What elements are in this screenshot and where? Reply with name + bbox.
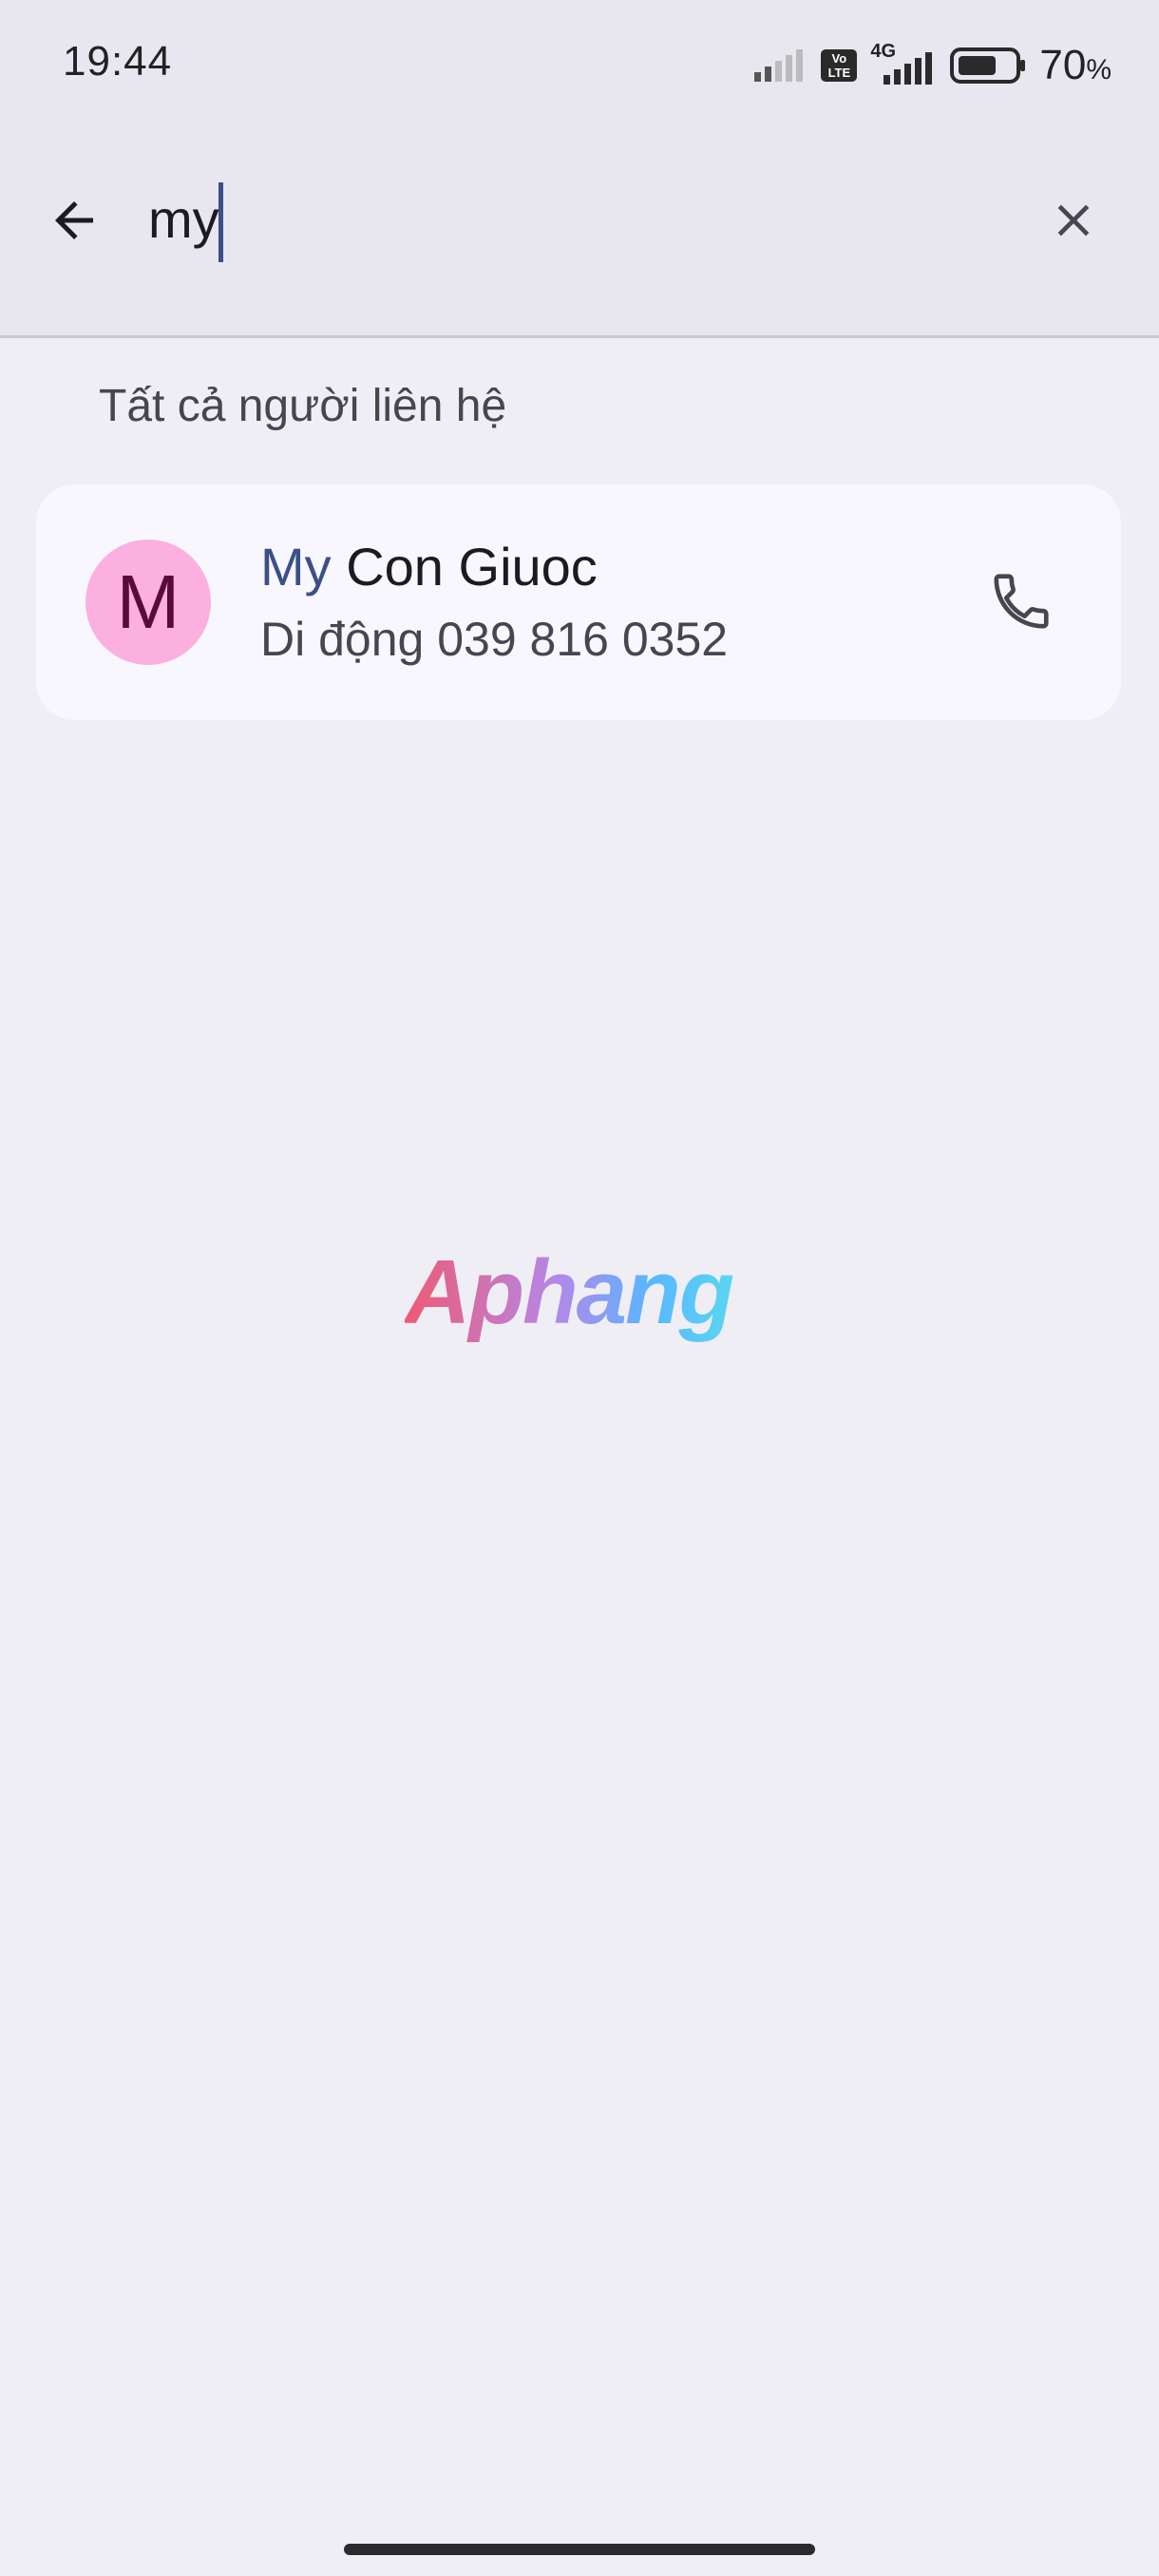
contact-name-match: My <box>260 537 332 597</box>
arrow-left-icon <box>55 201 93 239</box>
contact-name: My Con Giuoc <box>260 536 598 597</box>
status-time: 19:44 <box>63 38 173 85</box>
signal-icon <box>754 49 804 82</box>
contact-result-item[interactable]: M My Con Giuoc Di động 039 816 0352 <box>36 484 1121 720</box>
close-icon <box>1057 204 1090 237</box>
battery-icon <box>950 47 1026 84</box>
search-bar <box>0 133 1159 338</box>
battery-value: 70 <box>1039 42 1087 88</box>
status-indicators: Vo LTE 4G 70% <box>754 41 1112 89</box>
section-header-all-contacts: Tất cả người liên hệ <box>99 381 507 431</box>
battery-percent: 70% <box>1039 42 1112 89</box>
phone-icon <box>994 574 1049 629</box>
text-cursor <box>218 182 223 262</box>
search-input[interactable] <box>148 171 984 266</box>
battery-unit: % <box>1086 54 1112 85</box>
contact-name-rest: Con Giuoc <box>331 537 598 597</box>
back-button[interactable] <box>36 182 112 258</box>
clear-search-button[interactable] <box>1036 182 1112 258</box>
battery-fill <box>959 56 997 75</box>
volte-icon: Vo LTE <box>821 49 858 82</box>
avatar[interactable]: M <box>86 540 211 665</box>
watermark-logo: Aphang <box>405 1241 734 1343</box>
signal-strong-icon <box>884 52 933 85</box>
status-bar: 19:44 Vo LTE 4G 70% <box>0 0 1159 133</box>
mobile-data-indicator: 4G <box>870 41 937 85</box>
home-indicator[interactable] <box>344 2544 815 2555</box>
volte-label: Vo LTE <box>827 51 851 80</box>
avatar-letter: M <box>116 559 180 644</box>
call-button[interactable] <box>978 559 1064 644</box>
contact-phone: Di động 039 816 0352 <box>260 613 729 666</box>
